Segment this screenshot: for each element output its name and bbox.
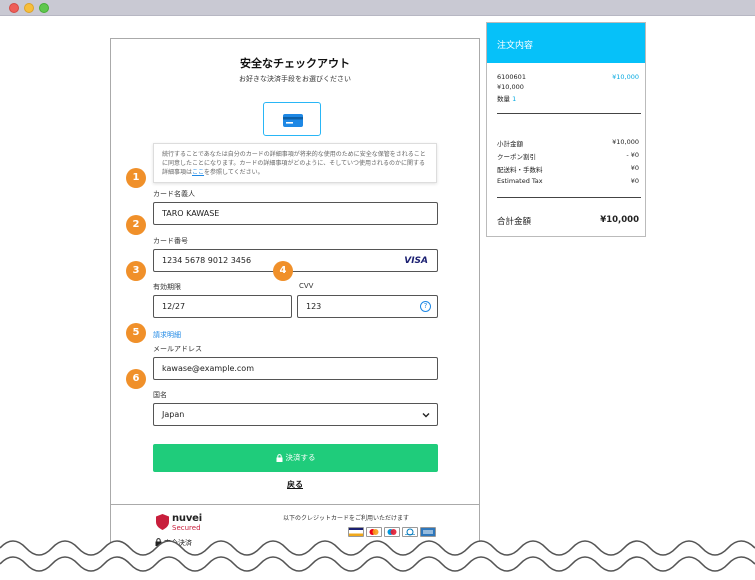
country-select[interactable]: Japan	[153, 403, 438, 426]
close-window-button[interactable]	[9, 3, 19, 13]
email-label: メールアドレス	[153, 345, 202, 353]
lock-icon	[276, 454, 282, 462]
billing-details-link[interactable]: 請求明細	[153, 330, 181, 340]
coupon-label: クーポン割引	[497, 153, 536, 161]
cvv-label: CVV	[299, 282, 314, 290]
cvv-value: 123	[306, 302, 322, 311]
window-titlebar	[0, 0, 755, 16]
country-value: Japan	[162, 410, 185, 419]
card-number-input[interactable]: 1234 5678 9012 3456 VISA	[153, 249, 438, 272]
checkout-panel: 安全なチェックアウト お好きな決済手段をお選びください 続行することであなたは自…	[110, 38, 480, 558]
nuvei-brand-name: nuvei	[172, 513, 202, 524]
accepted-cards-caption: 以下のクレジットカードをご利用いただけます	[283, 515, 410, 522]
expiry-input[interactable]: 12/27	[153, 295, 292, 318]
cardholder-input[interactable]: TARO KAWASE	[153, 202, 438, 225]
item-unit-price: ¥10,000	[497, 83, 524, 91]
email-input[interactable]: kawase@example.com	[153, 357, 438, 380]
step-badge-2: 2	[126, 215, 146, 235]
coupon-value: - ¥0	[626, 151, 639, 159]
minimize-window-button[interactable]	[24, 3, 34, 13]
step-badge-3: 3	[126, 261, 146, 281]
expiry-label: 有効期限	[153, 283, 181, 291]
tax-value: ¥0	[630, 177, 639, 185]
cardholder-label: カード名義人	[153, 190, 195, 198]
order-summary-panel: 注文内容 6100601 ¥10,000 ¥10,000 数量 1 小計金額 ¥…	[486, 22, 646, 237]
checkout-title: 安全なチェックアウト	[240, 57, 350, 70]
help-icon[interactable]: ?	[420, 301, 431, 312]
notice-suffix: を参照してください。	[204, 169, 264, 176]
shipping-label: 配送料・手数料	[497, 166, 543, 174]
maximize-window-button[interactable]	[39, 3, 49, 13]
notice-details-link[interactable]: ここ	[192, 169, 204, 176]
cvv-input[interactable]: 123 ?	[297, 295, 438, 318]
card-number-label: カード番号	[153, 237, 188, 245]
email-value: kawase@example.com	[162, 364, 254, 373]
order-summary-title: 注文内容	[487, 23, 645, 63]
shipping-value: ¥0	[630, 164, 639, 172]
expiry-value: 12/27	[162, 302, 186, 311]
credit-card-icon	[283, 114, 303, 127]
total-value: ¥10,000	[600, 215, 639, 225]
item-quantity: 数量 1	[497, 93, 516, 103]
tax-label: Estimated Tax	[497, 177, 543, 185]
subtotal-value: ¥10,000	[612, 138, 639, 146]
subtotal-label: 小計金額	[497, 140, 523, 148]
step-badge-5: 5	[126, 323, 146, 343]
step-badge-6: 6	[126, 369, 146, 389]
torn-edge-decoration	[0, 540, 755, 580]
card-number-value: 1234 5678 9012 3456	[162, 256, 252, 265]
step-badge-4: 4	[273, 261, 293, 281]
visa-icon: VISA	[404, 256, 428, 266]
card-storage-notice: 続行することであなたは自分のカードの詳細事項が将来的な使用のために安全な保管をさ…	[153, 143, 437, 183]
pay-button-label: 決済する	[285, 453, 316, 462]
checkout-subtitle: お好きな決済手段をお選びください	[239, 75, 351, 83]
order-divider-2	[497, 197, 641, 198]
order-divider-1	[497, 113, 641, 114]
pay-button[interactable]: 決済する	[153, 444, 438, 472]
step-badge-1: 1	[126, 168, 146, 188]
total-label: 合計金額	[497, 217, 532, 227]
cardholder-value: TARO KAWASE	[162, 209, 220, 218]
country-label: 国名	[153, 391, 167, 399]
browser-window: 安全なチェックアウト お好きな決済手段をお選びください 続行することであなたは自…	[0, 0, 755, 580]
item-code: 6100601	[497, 73, 526, 81]
card-payment-method-button[interactable]	[263, 102, 321, 136]
page-viewport: 安全なチェックアウト お好きな決済手段をお選びください 続行することであなたは自…	[0, 16, 755, 580]
qty-value: 1	[512, 95, 517, 103]
back-link[interactable]: 戻る	[111, 479, 479, 490]
qty-label: 数量	[497, 95, 510, 103]
item-price: ¥10,000	[612, 73, 639, 81]
chevron-down-icon	[422, 413, 430, 418]
